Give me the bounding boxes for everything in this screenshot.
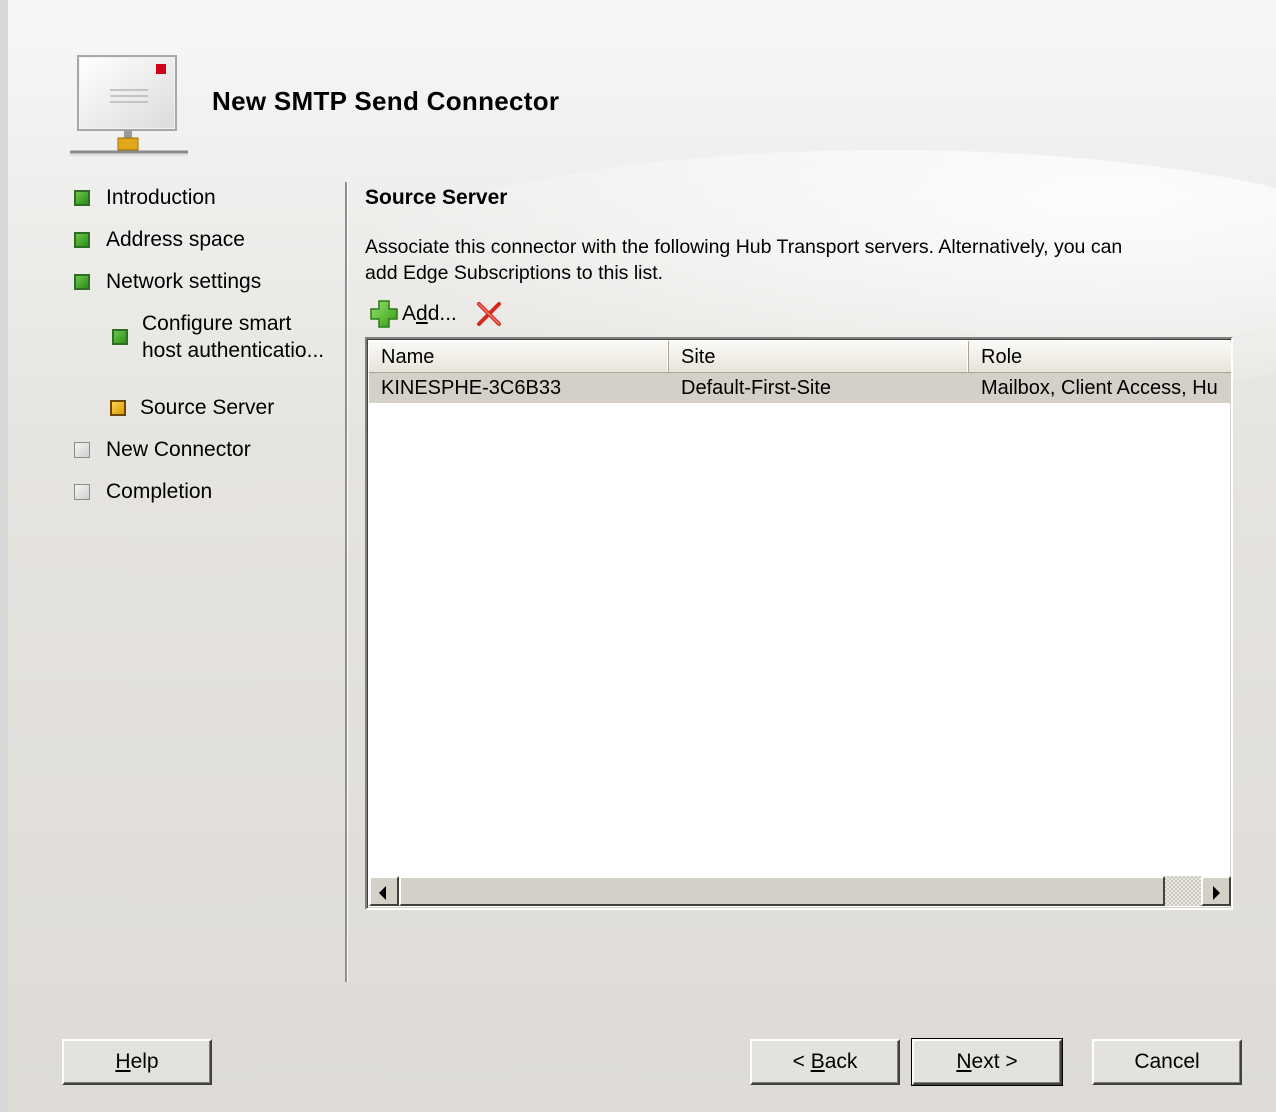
step-configure-smart-host: Configure smart host authenticatio... <box>112 310 324 364</box>
back-button[interactable]: < Back <box>750 1039 900 1085</box>
step-label-line2: host authenticatio... <box>142 339 325 362</box>
column-header-site[interactable]: Site <box>669 341 969 373</box>
help-label: elp <box>130 1050 159 1073</box>
scroll-thumb[interactable] <box>399 876 1165 906</box>
horizontal-scrollbar[interactable] <box>369 876 1231 906</box>
send-connector-icon <box>70 55 188 156</box>
step-address-space: Address space <box>74 228 245 252</box>
section-title: Source Server <box>365 186 508 209</box>
step-current-icon <box>110 400 126 416</box>
column-header-name[interactable]: Name <box>369 341 669 373</box>
step-introduction: Introduction <box>74 186 216 210</box>
vertical-divider <box>345 182 348 982</box>
scroll-right-button[interactable] <box>1201 876 1231 906</box>
cell-site: Default-First-Site <box>681 377 832 399</box>
add-label-suffix: d... <box>427 302 457 325</box>
scroll-left-button[interactable] <box>369 876 399 906</box>
add-label-prefix: A <box>402 302 417 325</box>
cancel-button[interactable]: Cancel <box>1092 1039 1242 1085</box>
step-complete-icon <box>74 232 90 248</box>
add-button[interactable]: Ad d... <box>368 298 457 330</box>
step-label: New Connector <box>106 438 251 461</box>
next-accel: N <box>956 1050 972 1073</box>
step-label: Introduction <box>106 186 216 209</box>
chevron-left-icon <box>379 886 386 900</box>
step-source-server: Source Server <box>110 396 274 420</box>
back-label: ack <box>824 1050 858 1073</box>
cell-name: KINESPHE-3C6B33 <box>381 377 562 399</box>
step-label: Network settings <box>106 270 262 293</box>
step-complete-icon <box>112 329 128 345</box>
step-completion: Completion <box>74 480 212 504</box>
server-toolbar: Ad d... <box>368 298 503 330</box>
step-complete-icon <box>74 274 90 290</box>
back-prefix: < <box>792 1050 811 1073</box>
add-label-accel: d <box>416 302 428 325</box>
step-label: Source Server <box>140 396 275 419</box>
add-plus-icon <box>370 300 398 328</box>
back-accel: B <box>810 1050 825 1073</box>
next-label: ext > <box>971 1050 1018 1073</box>
step-pending-icon <box>74 442 90 458</box>
next-button[interactable]: Next > <box>911 1038 1063 1086</box>
step-new-connector: New Connector <box>74 438 251 462</box>
chevron-right-icon <box>1213 886 1220 900</box>
step-label-line1: Configure smart <box>142 312 292 335</box>
description-line2: add Edge Subscriptions to this list. <box>365 262 664 284</box>
server-list[interactable]: Name Site Role KINESPHE-3C6B33 Default-F… <box>365 337 1233 910</box>
column-header-role[interactable]: Role <box>969 341 1231 373</box>
step-network-settings: Network settings <box>74 270 261 294</box>
description-line1: Associate this connector with the follow… <box>365 236 1123 258</box>
remove-x-icon[interactable] <box>475 300 503 328</box>
list-header: Name Site Role <box>369 341 1231 373</box>
help-accel: H <box>115 1050 131 1073</box>
wizard-window: New SMTP Send Connector Introduction Add… <box>0 0 1276 1112</box>
help-button[interactable]: Help <box>62 1039 212 1085</box>
step-complete-icon <box>74 190 90 206</box>
cell-role: Mailbox, Client Access, Hu <box>981 377 1218 399</box>
step-label: Address space <box>106 228 245 251</box>
step-label: Completion <box>106 480 213 503</box>
wizard-title: New SMTP Send Connector <box>212 86 560 116</box>
table-row[interactable]: KINESPHE-3C6B33 Default-First-Site Mailb… <box>369 373 1231 403</box>
section-description: Associate this connector with the follow… <box>365 234 1215 286</box>
step-pending-icon <box>74 484 90 500</box>
